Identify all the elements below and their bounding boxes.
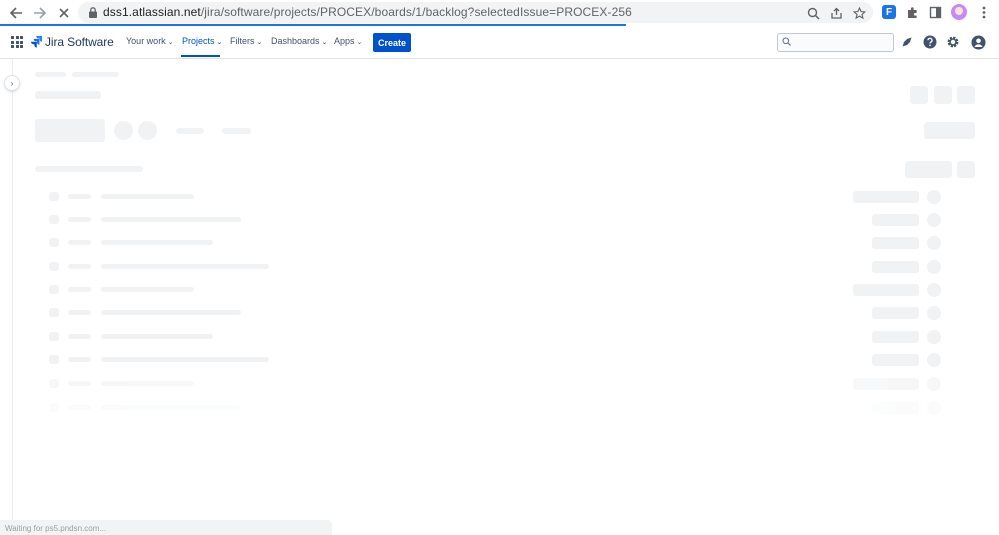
skeleton-search: [35, 119, 105, 142]
profile-avatar[interactable]: [950, 3, 968, 21]
skeleton-row: [48, 377, 943, 391]
forward-icon[interactable]: [30, 3, 50, 23]
url-text: dss1.atlassian.net/jira/software/project…: [103, 5, 632, 19]
zoom-icon[interactable]: [805, 5, 821, 21]
skeleton-avatar: [114, 121, 133, 140]
skeleton-sprint-header: [35, 166, 143, 172]
skeleton-filter: [176, 128, 204, 134]
product-name: Jira Software: [45, 35, 114, 49]
chevron-down-icon: ⌄: [321, 39, 328, 46]
menu-projects[interactable]: Projects ⌄: [182, 36, 222, 46]
skeleton-action-button: [957, 86, 975, 104]
skeleton-row: [48, 330, 943, 344]
skeleton-row: [48, 353, 943, 367]
skeleton-avatar: [138, 121, 157, 140]
notifications-icon[interactable]: [899, 34, 915, 50]
menu-your-work[interactable]: Your work ⌄: [126, 36, 174, 46]
menu-apps[interactable]: Apps ⌄: [334, 36, 362, 46]
jira-top-nav: Jira Software Your work ⌄ Projects ⌄ Filte…: [0, 26, 999, 59]
back-icon[interactable]: [6, 3, 26, 23]
search-input[interactable]: [777, 33, 894, 52]
chevron-down-icon: ⌄: [356, 39, 363, 46]
sidebar-rail: [0, 59, 13, 535]
skeleton-sprint-button: [905, 161, 952, 178]
chevron-down-icon: ⌄: [216, 39, 223, 46]
browser-toolbar: dss1.atlassian.net/jira/software/project…: [0, 0, 999, 25]
skeleton-row: [48, 190, 943, 204]
skeleton-insights-button: [924, 122, 975, 139]
skeleton-row: [48, 283, 943, 297]
browser-status-bar: Waiting for ps5.pndsn.com...: [0, 520, 332, 535]
app-switcher-icon[interactable]: [11, 36, 23, 48]
skeleton-page-title: [35, 91, 101, 99]
skeleton-breadcrumb: [35, 72, 66, 77]
share-icon[interactable]: [828, 5, 844, 21]
help-icon[interactable]: [922, 34, 938, 50]
jira-logo-icon: [31, 36, 42, 48]
skeleton-row: [48, 306, 943, 320]
skeleton-action-button: [910, 86, 928, 104]
account-icon[interactable]: [970, 34, 986, 50]
menu-filters[interactable]: Filters ⌄: [230, 36, 262, 46]
skeleton-sprint-menu: [957, 161, 975, 178]
puzzle-icon[interactable]: [903, 3, 921, 21]
menu-dashboards[interactable]: Dashboards ⌄: [271, 36, 327, 46]
skeleton-row: [48, 236, 943, 250]
lock-icon: [89, 7, 97, 18]
skeleton-action-button: [934, 86, 952, 104]
create-button[interactable]: Create: [373, 33, 411, 52]
jira-logo[interactable]: Jira Software: [31, 35, 114, 49]
skeleton-filter: [222, 128, 251, 134]
chevron-down-icon: ⌄: [256, 39, 263, 46]
kebab-menu-icon[interactable]: [975, 3, 993, 21]
active-menu-indicator: [181, 55, 220, 57]
skeleton-row: [48, 401, 943, 415]
side-panel-icon[interactable]: [926, 3, 944, 21]
skeleton-breadcrumb: [72, 72, 119, 77]
chevron-down-icon: ⌄: [167, 39, 174, 46]
sidebar-expand-icon[interactable]: ›: [4, 75, 20, 91]
stop-loading-icon[interactable]: [54, 3, 74, 23]
address-bar[interactable]: dss1.atlassian.net/jira/software/project…: [78, 2, 873, 23]
bookmark-star-icon[interactable]: [851, 5, 867, 21]
search-icon: [782, 37, 791, 48]
skeleton-row: [48, 213, 943, 227]
extension-icon[interactable]: F: [880, 3, 898, 21]
settings-icon[interactable]: [945, 34, 961, 50]
skeleton-row: [48, 260, 943, 274]
